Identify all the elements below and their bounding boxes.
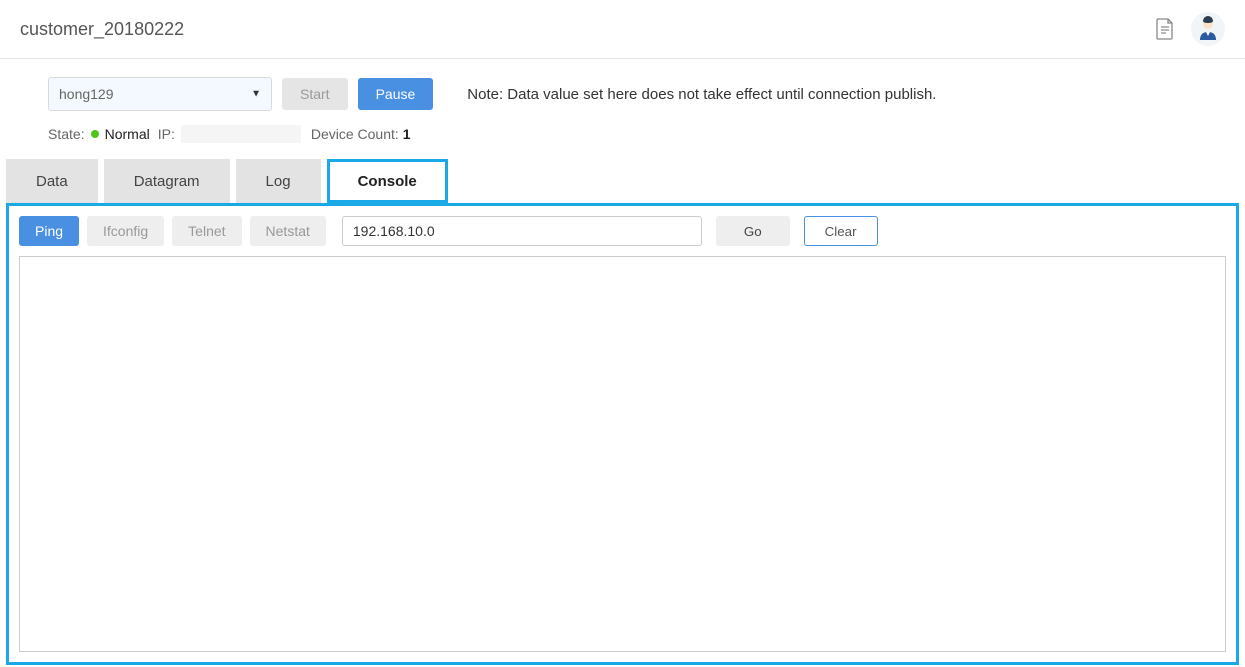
customer-select[interactable]: hong129 ▼ [48,77,272,111]
device-count-label: Device Count: [311,126,399,142]
avatar[interactable] [1191,12,1225,46]
tabs: Data Datagram Log Console [6,159,1197,203]
ifconfig-button[interactable]: Ifconfig [87,216,164,246]
console-controls: Ping Ifconfig Telnet Netstat Go Clear [19,216,1226,246]
select-value: hong129 [59,86,114,102]
chevron-down-icon: ▼ [251,89,261,100]
tab-data[interactable]: Data [6,159,98,203]
page-header: customer_20180222 [0,0,1245,59]
telnet-button[interactable]: Telnet [172,216,241,246]
page-title: customer_20180222 [20,19,184,40]
clear-button[interactable]: Clear [804,216,878,246]
tab-console[interactable]: Console [327,159,448,203]
header-actions [1155,12,1225,46]
tab-log[interactable]: Log [236,159,321,203]
document-icon[interactable] [1155,18,1175,40]
start-button[interactable]: Start [282,78,348,110]
tabs-wrapper: Data Datagram Log Console [6,159,1197,203]
console-panel: Ping Ifconfig Telnet Netstat Go Clear [6,203,1239,665]
status-row: State: Normal IP: Device Count: 1 [48,125,1197,143]
netstat-button[interactable]: Netstat [250,216,326,246]
state-value: Normal [105,126,150,142]
device-count-value: 1 [403,126,411,142]
go-button[interactable]: Go [716,216,790,246]
state-label: State: [48,126,85,142]
main-content: hong129 ▼ Start Pause Note: Data value s… [0,59,1245,665]
note-text: Note: Data value set here does not take … [467,86,936,103]
control-row: hong129 ▼ Start Pause Note: Data value s… [48,77,1197,111]
tab-datagram[interactable]: Datagram [104,159,230,203]
console-output[interactable] [19,256,1226,652]
status-indicator-icon [91,130,99,138]
ip-value [181,125,301,143]
ping-button[interactable]: Ping [19,216,79,246]
ip-label: IP: [158,126,175,142]
pause-button[interactable]: Pause [358,78,434,110]
command-input[interactable] [342,216,702,246]
